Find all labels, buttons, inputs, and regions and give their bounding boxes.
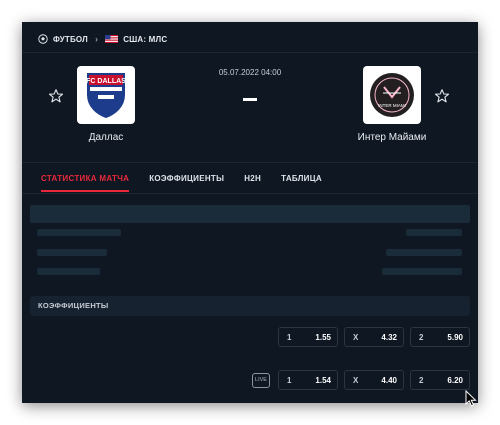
odds-value: 1.54 <box>315 375 331 385</box>
odds-label: 2 <box>419 375 424 385</box>
skeleton-line <box>37 229 121 236</box>
odds-value: 6.20 <box>447 375 463 385</box>
odds-label: 2 <box>419 332 424 342</box>
odds-label: 1 <box>287 332 292 342</box>
odds-value: 4.32 <box>381 332 397 342</box>
divider <box>22 52 478 53</box>
away-team[interactable]: INTER MIAMI Интер Майами <box>332 66 452 143</box>
divider <box>22 162 478 163</box>
skeleton-line <box>37 249 107 256</box>
odds-label: 1 <box>287 375 292 385</box>
odds-value: 1.55 <box>315 332 331 342</box>
skeleton-line <box>406 229 462 236</box>
home-logo-text: FC DALLAS <box>86 78 126 85</box>
fc-dallas-logo-icon: FC DALLAS <box>86 73 126 119</box>
odds-draw-button[interactable]: X 4.32 <box>344 327 404 347</box>
skeleton-line <box>382 268 462 275</box>
inter-miami-logo-icon: INTER MIAMI <box>370 73 414 117</box>
odds-label: X <box>353 375 359 385</box>
match-panel: ФУТБОЛ › США: МЛС FC DALLAS Даллас 05.07… <box>22 22 478 403</box>
match-datetime: 05.07.2022 04:00 <box>218 68 282 77</box>
divider <box>22 193 478 194</box>
odds-home-button[interactable]: 1 1.55 <box>278 327 338 347</box>
odds-away-button[interactable]: 2 5.90 <box>410 327 470 347</box>
odds-row: 1 1.55 X 4.32 2 5.90 <box>278 327 470 347</box>
odds-away-button[interactable]: 2 6.20 <box>410 370 470 390</box>
skeleton-header-bar <box>30 205 470 223</box>
away-team-logo[interactable]: INTER MIAMI <box>363 66 421 124</box>
usa-flag-icon <box>105 35 119 43</box>
home-team[interactable]: FC DALLAS Даллас <box>46 66 166 143</box>
skeleton-line <box>37 268 100 275</box>
tab-odds[interactable]: КОЭФФИЦИЕНТЫ <box>149 174 224 192</box>
chevron-right-icon: › <box>94 34 99 44</box>
breadcrumb-league[interactable]: США: МЛС <box>123 35 167 44</box>
odds-label: X <box>353 332 359 342</box>
home-team-logo[interactable]: FC DALLAS <box>77 66 135 124</box>
odds-draw-button[interactable]: X 4.40 <box>344 370 404 390</box>
match-score-dash <box>243 98 257 101</box>
odds-row-live: LIVE 1 1.54 X 4.40 2 6.20 <box>252 370 470 390</box>
tab-match-stats[interactable]: СТАТИСТИКА МАТЧА <box>41 174 130 192</box>
odds-home-button[interactable]: 1 1.54 <box>278 370 338 390</box>
tab-bar: СТАТИСТИКА МАТЧА КОЭФФИЦИЕНТЫ H2H ТАБЛИЦ… <box>41 174 322 192</box>
soccer-ball-icon <box>38 34 48 44</box>
skeleton-line <box>386 249 462 256</box>
breadcrumb-sport[interactable]: ФУТБОЛ <box>53 35 88 44</box>
odds-section-title: КОЭФФИЦИЕНТЫ <box>30 296 470 316</box>
live-badge: LIVE <box>252 372 270 388</box>
away-logo-text: INTER MIAMI <box>378 103 406 108</box>
breadcrumb: ФУТБОЛ › США: МЛС <box>38 31 167 47</box>
tab-table[interactable]: ТАБЛИЦА <box>281 174 322 192</box>
odds-value: 5.90 <box>447 332 463 342</box>
odds-value: 4.40 <box>381 375 397 385</box>
mouse-cursor-icon <box>465 390 477 407</box>
tab-h2h[interactable]: H2H <box>244 174 261 192</box>
home-team-name[interactable]: Даллас <box>46 132 166 143</box>
away-team-name[interactable]: Интер Майами <box>332 132 452 143</box>
